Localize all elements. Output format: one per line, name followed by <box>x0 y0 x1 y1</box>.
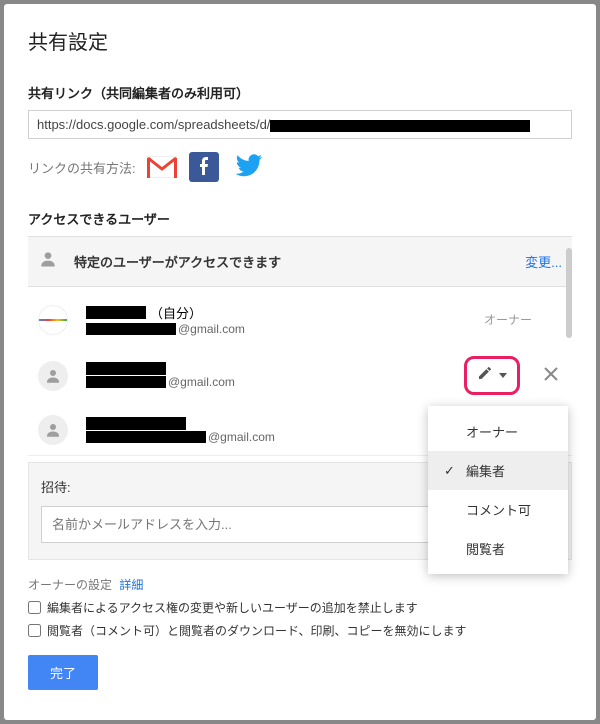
link-redacted <box>270 120 530 132</box>
avatar <box>38 361 68 391</box>
avatar <box>38 305 68 335</box>
email-domain: @gmail.com <box>168 375 235 389</box>
dropdown-item-commenter[interactable]: ✓ コメント可 <box>428 490 568 529</box>
dropdown-item-label: 編集者 <box>466 461 505 480</box>
share-link-input[interactable]: https://docs.google.com/spreadsheets/d/ <box>28 110 572 139</box>
name-redacted <box>86 306 146 319</box>
dialog-title: 共有設定 <box>28 26 572 55</box>
checkbox-label: 編集者によるアクセス権の変更や新しいユーザーの追加を禁止します <box>47 599 418 616</box>
pencil-icon <box>477 365 493 386</box>
checkbox-restrict-edit[interactable] <box>28 601 41 614</box>
change-link[interactable]: 変更... <box>525 252 562 271</box>
done-button[interactable]: 完了 <box>28 655 98 690</box>
facebook-icon[interactable] <box>188 151 220 183</box>
access-section-label: アクセスできるユーザー <box>28 209 572 228</box>
email-redacted <box>86 376 166 388</box>
link-url-prefix: https://docs.google.com/spreadsheets/d/ <box>37 117 270 132</box>
checkbox-label: 閲覧者（コメント可）と閲覧者のダウンロード、印刷、コピーを無効にします <box>47 622 467 639</box>
share-via-row: リンクの共有方法: <box>28 151 572 183</box>
link-section-label: 共有リンク（共同編集者のみ利用可） <box>28 83 572 102</box>
chevron-down-icon <box>499 373 507 378</box>
close-icon <box>544 367 558 381</box>
person-icon <box>38 249 58 274</box>
dropdown-item-label: 閲覧者 <box>466 539 505 558</box>
check-icon: ✓ <box>444 463 458 479</box>
user-row-self: （自分） @gmail.com オーナー <box>28 293 572 346</box>
dropdown-item-editor[interactable]: ✓ 編集者 <box>428 451 568 490</box>
gmail-icon[interactable] <box>146 151 178 183</box>
checkbox-restrict-download[interactable] <box>28 624 41 637</box>
self-suffix: （自分） <box>150 303 202 322</box>
name-redacted <box>86 417 186 430</box>
scrollbar[interactable] <box>566 248 572 338</box>
email-domain: @gmail.com <box>178 322 245 336</box>
name-redacted <box>86 362 166 375</box>
twitter-icon[interactable] <box>230 151 262 183</box>
share-via-label: リンクの共有方法: <box>28 158 136 177</box>
role-owner: オーナー <box>484 311 532 328</box>
share-dialog: 共有設定 共有リンク（共同編集者のみ利用可） https://docs.goog… <box>4 4 596 720</box>
owner-settings-row: オーナーの設定 詳細 <box>28 576 572 593</box>
dropdown-item-label: コメント可 <box>466 500 531 519</box>
access-summary-row: 特定のユーザーがアクセスできます 変更... <box>28 236 572 287</box>
dropdown-item-viewer[interactable]: ✓ 閲覧者 <box>428 529 568 568</box>
email-domain: @gmail.com <box>208 430 275 444</box>
remove-user-button[interactable] <box>540 361 562 390</box>
owner-settings-label: オーナーの設定 <box>28 578 112 592</box>
checkbox-row-restrict-download[interactable]: 閲覧者（コメント可）と閲覧者のダウンロード、印刷、コピーを無効にします <box>28 622 572 639</box>
role-dropdown-button[interactable] <box>464 356 520 395</box>
checkbox-row-restrict-edit[interactable]: 編集者によるアクセス権の変更や新しいユーザーの追加を禁止します <box>28 599 572 616</box>
dropdown-item-label: オーナー <box>466 422 518 441</box>
role-dropdown-menu: ✓ オーナー ✓ 編集者 ✓ コメント可 ✓ 閲覧者 <box>428 406 568 574</box>
dropdown-item-owner[interactable]: ✓ オーナー <box>428 412 568 451</box>
details-link[interactable]: 詳細 <box>119 578 143 592</box>
email-redacted <box>86 323 176 335</box>
user-row: @gmail.com <box>28 346 572 405</box>
avatar <box>38 415 68 445</box>
email-redacted <box>86 431 206 443</box>
access-summary-text: 特定のユーザーがアクセスできます <box>74 252 281 271</box>
